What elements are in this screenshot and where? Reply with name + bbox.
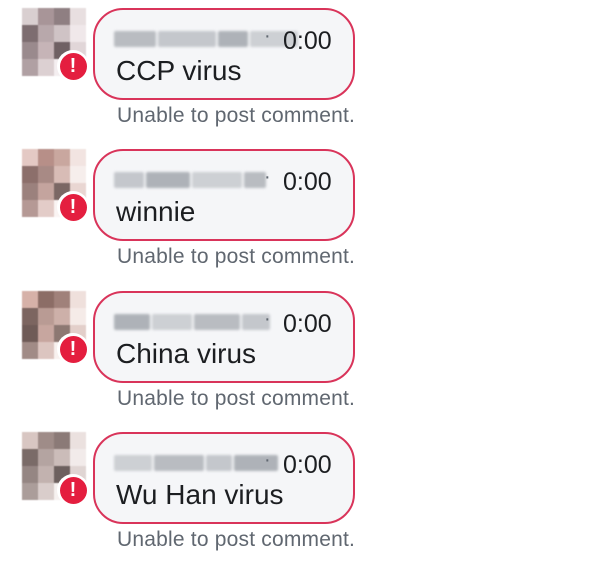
failed-comment: ! · 0:00 winnie Unable to post comment. [0,141,600,283]
redacted-name-segment [218,31,248,47]
author-name[interactable] [114,455,278,471]
redacted-name-segment [146,172,190,188]
avatar-pixel [70,8,86,25]
failed-comment: ! · 0:00 CCP virus Unable to post commen… [0,0,600,142]
avatar-pixel [22,8,38,25]
redacted-name-segment [154,455,204,471]
author-name[interactable] [114,314,270,330]
avatar-pixel [22,449,38,466]
error-badge: ! [57,191,89,223]
avatar-pixel [22,291,38,308]
avatar-pixel [38,342,54,359]
redacted-name-segment [114,455,152,471]
redacted-name-segment [234,455,278,471]
timestamp-separator: · [264,25,271,47]
timestamp: 0:00 [283,451,332,479]
comment-bubble[interactable]: · 0:00 China virus [93,291,355,383]
error-badge: ! [57,333,89,365]
failed-comment: ! · 0:00 China virus Unable to post comm… [0,283,600,425]
post-error-message: Unable to post comment. [117,528,356,551]
comment-text: CCP virus [116,55,242,86]
avatar-pixel [38,483,54,500]
avatar-pixel [38,8,54,25]
avatar-pixel [22,308,38,325]
exclamation-icon: ! [59,193,87,221]
avatar-pixel [38,59,54,76]
avatar-pixel [22,342,38,359]
avatar-pixel [22,59,38,76]
avatar-pixel [38,432,54,449]
redacted-name-segment [114,172,144,188]
avatar-pixel [70,432,86,449]
comment-bubble[interactable]: · 0:00 CCP virus [93,8,355,100]
exclamation-icon: ! [59,335,87,363]
timestamp: 0:00 [283,27,332,55]
avatar-pixel [70,166,86,183]
post-error-message: Unable to post comment. [117,245,356,268]
avatar-pixel [70,149,86,166]
avatar-pixel [22,149,38,166]
avatar-pixel [70,308,86,325]
avatar-pixel [54,308,70,325]
error-badge: ! [57,474,89,506]
avatar-pixel [22,42,38,59]
timestamp: 0:00 [283,168,332,196]
avatar-pixel [70,25,86,42]
avatar-pixel [22,325,38,342]
avatar-pixel [38,166,54,183]
avatar-pixel [38,200,54,217]
comment-bubble[interactable]: · 0:00 Wu Han virus [93,432,355,524]
post-error-message: Unable to post comment. [117,387,356,410]
author-name[interactable] [114,172,266,188]
avatar-pixel [38,42,54,59]
comment-text: Wu Han virus [116,479,284,510]
comment-text: winnie [116,196,196,227]
avatar-pixel [70,449,86,466]
exclamation-icon: ! [59,476,87,504]
redacted-name-segment [244,172,266,188]
comment-text: China virus [116,338,257,369]
avatar-pixel [22,466,38,483]
avatar-pixel [38,325,54,342]
avatar-pixel [38,291,54,308]
avatar-pixel [54,449,70,466]
avatar-pixel [38,466,54,483]
avatar-pixel [38,149,54,166]
redacted-name-segment [114,314,150,330]
redacted-name-segment [158,31,216,47]
avatar-pixel [22,200,38,217]
timestamp: 0:00 [283,310,332,338]
comment-bubble[interactable]: · 0:00 winnie [93,149,355,241]
avatar-pixel [54,291,70,308]
avatar-pixel [54,25,70,42]
avatar-pixel [22,483,38,500]
redacted-name-segment [194,314,240,330]
avatar-pixel [54,166,70,183]
avatar-pixel [22,432,38,449]
redacted-name-segment [114,31,156,47]
timestamp-separator: · [264,449,271,471]
redacted-name-segment [206,455,232,471]
avatar-pixel [70,291,86,308]
avatar-pixel [38,183,54,200]
avatar-pixel [22,183,38,200]
avatar-pixel [22,166,38,183]
failed-comment: ! · 0:00 Wu Han virus Unable to post com… [0,424,600,566]
avatar-pixel [38,308,54,325]
redacted-name-segment [192,172,242,188]
error-badge: ! [57,50,89,82]
timestamp-separator: · [264,308,271,330]
avatar-pixel [38,449,54,466]
avatar-pixel [54,8,70,25]
avatar-pixel [22,25,38,42]
avatar-pixel [54,432,70,449]
avatar-pixel [54,149,70,166]
exclamation-icon: ! [59,52,87,80]
avatar-pixel [38,25,54,42]
timestamp-separator: · [264,166,271,188]
redacted-name-segment [152,314,192,330]
post-error-message: Unable to post comment. [117,104,356,127]
